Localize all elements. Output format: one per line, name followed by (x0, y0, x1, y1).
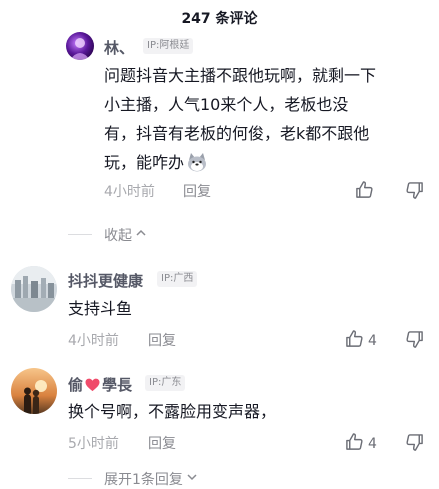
ip-location-badge: IP:广东 (145, 375, 186, 391)
comment-text-line: 支持斗鱼 (68, 299, 133, 318)
comment-text-line: 有，抖音有老板的何俊，老k都不跟他 (104, 124, 370, 143)
comment-timestamp: 4小时前 (104, 184, 155, 200)
comment-text-line: 小主播，人气10来个人，老板也没 (104, 95, 349, 114)
comment-text: 支持斗鱼 (68, 294, 418, 323)
thumbs-down-icon (405, 181, 424, 204)
comment-text-line: 问题抖音大主播不跟他玩啊，就剩一下 (104, 66, 377, 85)
thumbs-up-icon (345, 432, 364, 455)
dislike-button[interactable] (405, 330, 424, 353)
dislike-button[interactable] (405, 181, 424, 204)
like-count: 4 (368, 435, 377, 452)
comment-count-title: 247 条评论 (181, 11, 258, 27)
avatar[interactable] (11, 368, 57, 414)
dislike-button[interactable] (405, 433, 424, 456)
avatar[interactable] (66, 32, 94, 60)
heart-emoji-icon (85, 378, 100, 396)
ip-location-badge: IP:阿根廷 (143, 38, 194, 54)
thumbs-down-icon (405, 330, 424, 353)
ip-location-badge: IP:广西 (157, 271, 198, 287)
like-button[interactable]: 4 (345, 432, 377, 455)
like-button[interactable] (355, 180, 374, 203)
comment-timestamp: 4小时前 (68, 333, 119, 349)
doge-emoji-icon (186, 152, 208, 181)
thumbs-up-icon (345, 329, 364, 352)
like-count: 4 (368, 332, 377, 349)
expand-label: 展开1条回复 (104, 472, 183, 488)
expand-replies-button[interactable]: 展开1条回复 (104, 469, 198, 489)
comment-username[interactable]: 抖抖更健康 (68, 270, 143, 291)
thumbs-down-icon (405, 433, 424, 456)
comment-username[interactable]: 偷學長 (68, 374, 132, 396)
reply-button[interactable]: 回复 (148, 330, 176, 350)
collapse-label: 收起 (104, 228, 132, 244)
comment-username[interactable]: 林、 (104, 37, 134, 58)
chevron-down-icon (186, 471, 198, 487)
reply-button[interactable]: 回复 (183, 181, 211, 201)
username-part: 偷 (68, 376, 84, 394)
collapse-replies-button[interactable]: 收起 (104, 225, 147, 245)
reply-button[interactable]: 回复 (148, 433, 176, 453)
thumbs-up-icon (355, 180, 374, 203)
comment-text: 问题抖音大主播不跟他玩啊，就剩一下 小主播，人气10来个人，老板也没 有，抖音有… (104, 61, 434, 181)
thread-divider (68, 234, 92, 235)
username-part: 學長 (102, 376, 133, 394)
comment-text-line: 玩，能咋办 (104, 148, 434, 181)
comment-text-fragment: 玩，能咋办 (104, 153, 185, 172)
avatar[interactable] (11, 266, 57, 312)
thread-divider (68, 478, 92, 479)
like-button[interactable]: 4 (345, 329, 377, 352)
comment-timestamp: 5小时前 (68, 436, 119, 452)
comment-text: 换个号啊，不露脸用变声器， (68, 397, 418, 426)
comment-text-line: 换个号啊，不露脸用变声器， (68, 402, 277, 421)
chevron-up-icon (135, 227, 147, 243)
